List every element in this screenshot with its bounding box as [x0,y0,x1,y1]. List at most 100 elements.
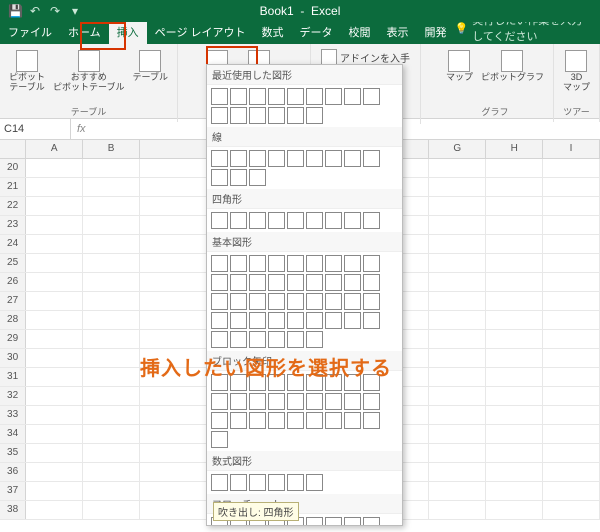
shape-item[interactable] [211,169,228,186]
shape-item[interactable] [268,393,285,410]
shape-item[interactable] [344,150,361,167]
shape-item[interactable] [268,312,285,329]
shape-item[interactable] [325,150,342,167]
shape-item[interactable] [344,393,361,410]
shape-item[interactable] [344,517,361,526]
shape-item[interactable] [230,150,247,167]
shape-item[interactable] [268,474,285,491]
shape-item[interactable] [363,274,380,291]
shape-item[interactable] [268,255,285,272]
shape-item[interactable] [344,312,361,329]
shape-item[interactable] [268,150,285,167]
shape-item[interactable] [363,517,380,526]
row-header[interactable]: 25 [0,254,26,272]
row-header[interactable]: 37 [0,482,26,500]
shape-item[interactable] [287,412,304,429]
tab-数式[interactable]: 数式 [254,20,292,44]
shape-item[interactable] [363,212,380,229]
shape-item[interactable] [230,331,247,348]
shape-item[interactable] [325,412,342,429]
undo-icon[interactable]: ↶ [28,4,42,18]
row-header[interactable]: 32 [0,387,26,405]
shape-item[interactable] [268,107,285,124]
shape-item[interactable] [344,274,361,291]
shape-item[interactable] [287,88,304,105]
row-header[interactable]: 36 [0,463,26,481]
row-header[interactable]: 21 [0,178,26,196]
shape-item[interactable] [363,150,380,167]
shape-item[interactable] [211,393,228,410]
ribbon-button[interactable]: 3Dマップ [560,48,593,95]
shape-item[interactable] [363,393,380,410]
shape-item[interactable] [249,88,266,105]
shape-item[interactable] [230,312,247,329]
shape-item[interactable] [211,331,228,348]
col-header[interactable]: A [26,140,83,158]
shape-item[interactable] [249,255,266,272]
shape-item[interactable] [287,255,304,272]
shape-item[interactable] [306,274,323,291]
shape-item[interactable] [230,393,247,410]
shape-item[interactable] [249,169,266,186]
shape-item[interactable] [306,88,323,105]
shape-item[interactable] [287,293,304,310]
shape-item[interactable] [363,255,380,272]
shape-item[interactable] [325,312,342,329]
shape-item[interactable] [230,274,247,291]
shape-item[interactable] [287,312,304,329]
tab-ファイル[interactable]: ファイル [0,20,60,44]
shape-item[interactable] [287,107,304,124]
ribbon-button[interactable]: ピボットグラフ [478,48,547,85]
col-header[interactable]: B [83,140,140,158]
shape-item[interactable] [325,255,342,272]
shape-item[interactable] [306,150,323,167]
shape-item[interactable] [268,331,285,348]
shape-item[interactable] [211,255,228,272]
shape-item[interactable] [249,212,266,229]
shape-item[interactable] [306,393,323,410]
shape-item[interactable] [325,393,342,410]
shape-item[interactable] [287,393,304,410]
shape-item[interactable] [363,88,380,105]
shape-item[interactable] [249,150,266,167]
shape-item[interactable] [230,169,247,186]
tab-データ[interactable]: データ [292,20,341,44]
tab-ホーム[interactable]: ホーム [60,20,109,44]
shape-item[interactable] [230,474,247,491]
shape-item[interactable] [230,293,247,310]
tab-校閲[interactable]: 校閲 [341,20,379,44]
shape-item[interactable] [287,212,304,229]
row-header[interactable]: 27 [0,292,26,310]
shape-item[interactable] [363,312,380,329]
select-all[interactable] [0,140,26,158]
ribbon-button[interactable]: マップ [443,48,476,85]
shape-item[interactable] [344,255,361,272]
row-header[interactable]: 31 [0,368,26,386]
shape-item[interactable] [268,212,285,229]
shape-item[interactable] [306,312,323,329]
row-header[interactable]: 35 [0,444,26,462]
row-header[interactable]: 28 [0,311,26,329]
shape-item[interactable] [268,88,285,105]
shape-item[interactable] [306,517,323,526]
shape-item[interactable] [211,150,228,167]
row-header[interactable]: 20 [0,159,26,177]
col-header[interactable]: G [429,140,486,158]
shape-item[interactable] [230,212,247,229]
shape-item[interactable] [249,412,266,429]
shape-item[interactable] [306,331,323,348]
shape-item[interactable] [344,293,361,310]
shape-item[interactable] [249,312,266,329]
shape-item[interactable] [363,293,380,310]
shape-item[interactable] [249,474,266,491]
shape-item[interactable] [230,412,247,429]
name-box[interactable]: C14 [0,119,71,139]
shape-item[interactable] [344,88,361,105]
shape-item[interactable] [325,88,342,105]
shape-item[interactable] [211,412,228,429]
shape-item[interactable] [249,393,266,410]
col-header[interactable]: I [543,140,600,158]
shape-item[interactable] [249,331,266,348]
shape-item[interactable] [287,331,304,348]
shape-item[interactable] [211,474,228,491]
